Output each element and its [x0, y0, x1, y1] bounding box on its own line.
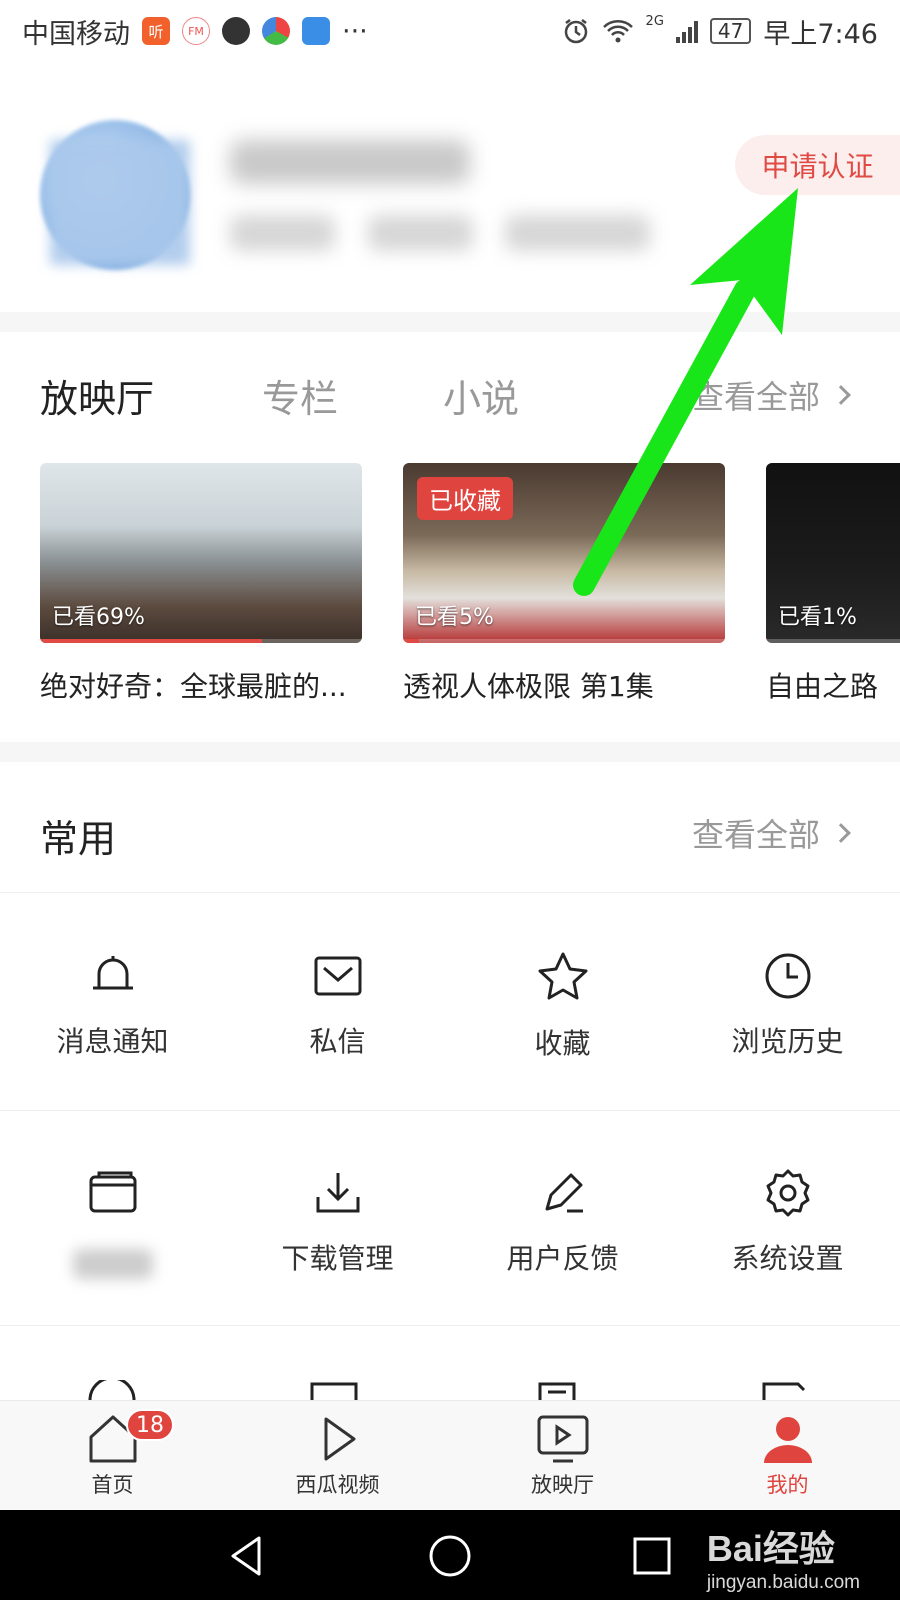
common-section-title: 常用	[40, 817, 117, 861]
more-notifications-icon: ···	[342, 15, 368, 47]
divider	[0, 892, 900, 893]
shortcut-label-redacted	[72, 1249, 153, 1279]
system-navigation-bar: Bai经验 jingyan.baidu.com	[0, 1510, 900, 1600]
bell-icon	[92, 956, 133, 990]
network-type-label: 2G	[645, 13, 664, 29]
stat-redacted-3[interactable]	[505, 215, 650, 251]
back-icon[interactable]	[225, 1534, 269, 1578]
stat-redacted-1[interactable]	[230, 215, 335, 251]
tab-theater[interactable]: 放映厅	[40, 368, 154, 423]
signal-icon	[675, 19, 698, 43]
shortcut-notifications[interactable]: 消息通知	[0, 900, 225, 1100]
mail-icon	[314, 956, 361, 996]
third-row-icons-partial	[88, 1380, 806, 1400]
watch-progress-bar	[40, 639, 362, 643]
shortcut-row: 下载管理 用户反馈 系统设置	[0, 1117, 900, 1317]
notification-badge: 18	[126, 1409, 174, 1441]
shortcut-row: 消息通知 私信 收藏 浏览历史	[0, 900, 900, 1100]
shortcut-feedback[interactable]: 用户反馈	[450, 1117, 675, 1317]
nav-home[interactable]: 首页 18	[0, 1401, 225, 1511]
section-divider	[0, 742, 900, 762]
nav-label: 西瓜视频	[295, 1473, 380, 1497]
status-bar: 中国移动 听 FM ··· 2G 47 早上7:46	[0, 0, 900, 62]
baidu-jingyan-watermark: Bai经验 jingyan.baidu.com	[707, 1520, 860, 1594]
nav-theater[interactable]: 放映厅	[450, 1401, 675, 1511]
shortcut-downloads[interactable]: 下载管理	[225, 1117, 450, 1317]
shortcut-label: 浏览历史	[731, 1025, 844, 1058]
shortcut-label: 私信	[309, 1025, 366, 1058]
carrier-label: 中国移动	[22, 18, 130, 50]
nav-label: 我的	[766, 1473, 809, 1497]
shortcut-label: 下载管理	[281, 1242, 394, 1275]
section-divider	[0, 312, 900, 332]
shortcut-history[interactable]: 浏览历史	[675, 900, 900, 1100]
nav-mine[interactable]: 我的	[675, 1401, 900, 1511]
bottom-navigation: 首页 18 西瓜视频 放映厅 我的	[0, 1400, 900, 1510]
play-icon	[324, 1417, 355, 1461]
video-card[interactable]: 已看69%	[40, 463, 362, 643]
tab-novel[interactable]: 小说	[443, 368, 519, 423]
chevron-right-icon	[831, 385, 851, 405]
apply-certification-button[interactable]: 申请认证	[735, 135, 900, 195]
avatar-redaction	[50, 140, 190, 265]
watermark-main: Bai经验	[706, 1528, 835, 1569]
video-title[interactable]: 自由之路	[766, 665, 900, 705]
nav-xigua-video[interactable]: 西瓜视频	[225, 1401, 450, 1511]
theater-tabs: 放映厅 专栏 小说 查看全部	[0, 360, 900, 430]
video-title[interactable]: 绝对好奇：全球最脏的...	[40, 665, 362, 705]
view-all-label: 查看全部	[691, 378, 820, 416]
tv-play-icon	[537, 1415, 588, 1463]
favorited-tag: 已收藏	[417, 477, 513, 520]
divider	[0, 1110, 900, 1111]
shortcut-label: 消息通知	[56, 1025, 169, 1058]
download-icon	[316, 1173, 359, 1213]
watermark-sub: jingyan.baidu.com	[706, 1572, 860, 1593]
shortcut-private-message[interactable]: 私信	[225, 900, 450, 1100]
video-card[interactable]: 已收藏 已看5%	[403, 463, 725, 643]
theater-view-all-link[interactable]: 查看全部	[691, 372, 851, 418]
message-app-icon	[222, 17, 250, 45]
shortcut-label: 收藏	[534, 1027, 591, 1060]
battery-icon: 47	[709, 18, 752, 44]
clock-icon	[765, 953, 810, 999]
chevron-right-icon	[831, 823, 851, 843]
divider	[0, 1325, 900, 1326]
home-circle-icon[interactable]	[428, 1534, 472, 1578]
watch-progress-label: 已看5%	[415, 605, 494, 630]
gear-icon	[766, 1169, 809, 1217]
username-redacted[interactable]	[230, 140, 470, 184]
browser-app-icon	[262, 17, 290, 45]
shield-app-icon	[302, 17, 330, 45]
tab-column[interactable]: 专栏	[262, 368, 338, 423]
nav-label: 首页	[91, 1473, 134, 1497]
ting-app-icon: 听	[142, 17, 170, 45]
shortcut-label: 系统设置	[731, 1242, 844, 1275]
shortcut-wallet[interactable]	[0, 1117, 225, 1317]
pencil-icon	[545, 1173, 583, 1213]
wifi-icon	[602, 20, 633, 43]
clock-label: 早上7:46	[763, 18, 878, 50]
nav-label: 放映厅	[531, 1473, 594, 1497]
video-card[interactable]: 已看1%	[766, 463, 900, 643]
wallet-icon	[89, 1171, 136, 1213]
watch-progress-bar	[403, 639, 725, 643]
shortcut-favorites[interactable]: 收藏	[450, 900, 675, 1100]
shortcut-settings[interactable]: 系统设置	[675, 1117, 900, 1317]
video-title[interactable]: 透视人体极限 第1集	[403, 665, 743, 705]
watch-progress-bar	[766, 639, 900, 643]
common-section-header: 常用 查看全部	[0, 790, 900, 870]
watch-progress-label: 已看69%	[52, 605, 145, 630]
fm-app-icon: FM	[182, 17, 210, 45]
watch-progress-label: 已看1%	[778, 605, 857, 630]
common-view-all-link[interactable]: 查看全部	[691, 810, 851, 856]
alarm-icon	[564, 19, 587, 44]
shortcut-label: 用户反馈	[506, 1242, 619, 1275]
view-all-label: 查看全部	[691, 816, 820, 854]
star-icon	[538, 952, 587, 1000]
profile-header: 申请认证	[0, 100, 900, 300]
user-icon	[763, 1417, 812, 1463]
stat-redacted-2[interactable]	[368, 215, 473, 251]
recents-icon[interactable]	[630, 1534, 674, 1578]
